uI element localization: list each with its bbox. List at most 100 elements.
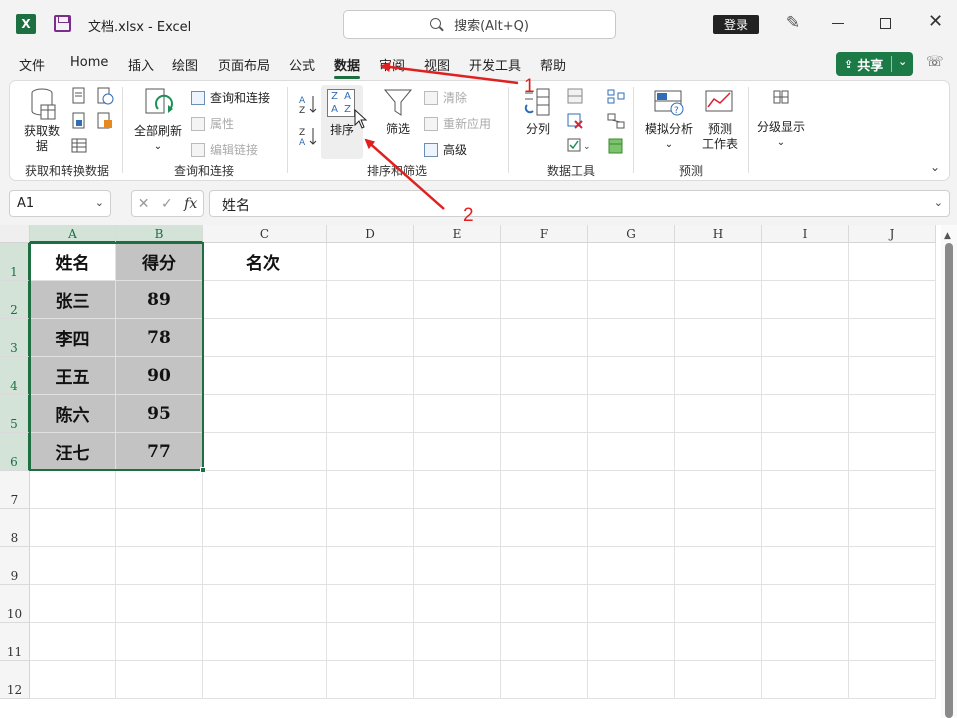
cell-e12[interactable] <box>414 661 501 699</box>
flash-fill-icon[interactable] <box>566 87 584 105</box>
fill-handle[interactable] <box>200 467 206 473</box>
cell-f4[interactable] <box>501 357 588 395</box>
cell-g6[interactable] <box>588 433 675 471</box>
row-header-5[interactable]: 5 <box>0 395 30 433</box>
login-button[interactable]: 登录 <box>713 15 759 34</box>
get-data-button[interactable]: 获取数 据 <box>22 87 62 154</box>
cell-h1[interactable] <box>675 243 762 281</box>
chevron-down-icon[interactable]: ⌄ <box>95 196 104 209</box>
cell-g3[interactable] <box>588 319 675 357</box>
cell-h3[interactable] <box>675 319 762 357</box>
collapse-ribbon-icon[interactable]: ⌄ <box>930 160 940 174</box>
cell-j11[interactable] <box>849 623 936 661</box>
row-header-10[interactable]: 10 <box>0 585 30 623</box>
column-header-j[interactable]: J <box>849 225 936 243</box>
cell-f9[interactable] <box>501 547 588 585</box>
cell-g11[interactable] <box>588 623 675 661</box>
cell-b1[interactable]: 得分 <box>116 243 203 281</box>
cell-e2[interactable] <box>414 281 501 319</box>
row-header-1[interactable]: 1 <box>0 243 30 281</box>
cell-h2[interactable] <box>675 281 762 319</box>
formula-input[interactable]: 姓名 ⌄ <box>209 190 950 217</box>
share-button[interactable]: ⇪ 共享 ⌄ <box>836 52 913 76</box>
tab-developer[interactable]: 开发工具 <box>469 55 521 74</box>
search-box[interactable]: 搜索(Alt+Q) <box>343 10 616 39</box>
column-header-a[interactable]: A <box>30 225 116 243</box>
cell-d7[interactable] <box>327 471 414 509</box>
column-header-i[interactable]: I <box>762 225 849 243</box>
cell-d9[interactable] <box>327 547 414 585</box>
cell-j4[interactable] <box>849 357 936 395</box>
enter-icon[interactable]: ✓ <box>161 196 173 212</box>
row-header-2[interactable]: 2 <box>0 281 30 319</box>
tab-draw[interactable]: 绘图 <box>172 55 198 74</box>
filter-button[interactable]: 筛选 <box>378 87 418 137</box>
sort-button[interactable]: ZAAZ 排序 <box>321 85 368 159</box>
tab-page-layout[interactable]: 页面布局 <box>218 55 270 74</box>
cell-c11[interactable] <box>203 623 327 661</box>
cell-c7[interactable] <box>203 471 327 509</box>
cell-f10[interactable] <box>501 585 588 623</box>
pen-icon[interactable]: ✎ <box>783 13 803 33</box>
tab-data[interactable]: 数据 <box>334 55 361 79</box>
cell-e5[interactable] <box>414 395 501 433</box>
column-header-d[interactable]: D <box>327 225 414 243</box>
cell-j10[interactable] <box>849 585 936 623</box>
cell-j5[interactable] <box>849 395 936 433</box>
cell-e7[interactable] <box>414 471 501 509</box>
maximize-icon[interactable] <box>880 18 891 29</box>
cell-c4[interactable] <box>203 357 327 395</box>
cell-i4[interactable] <box>762 357 849 395</box>
cell-h9[interactable] <box>675 547 762 585</box>
select-all-corner[interactable] <box>0 225 30 243</box>
tab-view[interactable]: 视图 <box>424 55 450 74</box>
cell-g8[interactable] <box>588 509 675 547</box>
cell-g4[interactable] <box>588 357 675 395</box>
cell-j7[interactable] <box>849 471 936 509</box>
sort-descending-icon[interactable]: Z A <box>298 125 320 147</box>
vertical-scrollbar[interactable]: ▲ <box>941 225 957 718</box>
clear-filter-button[interactable]: 清除 <box>424 89 467 106</box>
cell-j1[interactable] <box>849 243 936 281</box>
cell-j6[interactable] <box>849 433 936 471</box>
cell-i7[interactable] <box>762 471 849 509</box>
cell-d2[interactable] <box>327 281 414 319</box>
cell-a2[interactable]: 张三 <box>30 281 116 319</box>
close-icon[interactable]: ✕ <box>928 12 943 32</box>
queries-connections-button[interactable]: 查询和连接 <box>191 89 270 106</box>
name-box[interactable]: A1 ⌄ <box>9 190 111 217</box>
cell-h4[interactable] <box>675 357 762 395</box>
cell-c9[interactable] <box>203 547 327 585</box>
cell-g1[interactable] <box>588 243 675 281</box>
save-icon[interactable] <box>54 15 71 32</box>
cell-e3[interactable] <box>414 319 501 357</box>
from-table-icon[interactable] <box>70 137 88 155</box>
cell-a9[interactable] <box>30 547 116 585</box>
tab-insert[interactable]: 插入 <box>128 55 154 74</box>
cell-f1[interactable] <box>501 243 588 281</box>
cell-g2[interactable] <box>588 281 675 319</box>
insert-function-icon[interactable]: fx <box>184 196 197 212</box>
cell-a1[interactable]: 姓名 <box>30 243 116 281</box>
cell-c3[interactable] <box>203 319 327 357</box>
cell-h8[interactable] <box>675 509 762 547</box>
cell-h12[interactable] <box>675 661 762 699</box>
consolidate-icon[interactable] <box>606 87 626 105</box>
cell-d4[interactable] <box>327 357 414 395</box>
cell-a8[interactable] <box>30 509 116 547</box>
cell-f8[interactable] <box>501 509 588 547</box>
cell-b2[interactable]: 89 <box>116 281 203 319</box>
worksheet-grid[interactable]: A B C D E F G H I J 1 姓名 得分 名次 2 张三 89 3 李四 78 4 王五 90 5 陈六 95 6 汪七… <box>0 225 957 718</box>
refresh-all-button[interactable]: 全部刷新 ⌄ <box>132 87 184 154</box>
cell-j9[interactable] <box>849 547 936 585</box>
row-header-3[interactable]: 3 <box>0 319 30 357</box>
row-header-8[interactable]: 8 <box>0 509 30 547</box>
cell-h5[interactable] <box>675 395 762 433</box>
cell-j2[interactable] <box>849 281 936 319</box>
cell-f3[interactable] <box>501 319 588 357</box>
minimize-icon[interactable] <box>832 23 844 24</box>
cell-c12[interactable] <box>203 661 327 699</box>
row-header-4[interactable]: 4 <box>0 357 30 395</box>
row-header-6[interactable]: 6 <box>0 433 30 471</box>
cell-a7[interactable] <box>30 471 116 509</box>
